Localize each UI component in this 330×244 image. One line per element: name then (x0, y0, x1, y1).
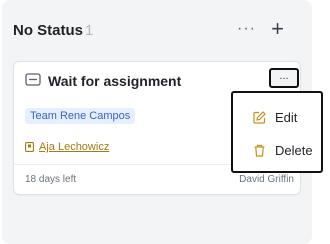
menu-item-delete[interactable]: Delete (233, 139, 321, 165)
menu-item-edit[interactable]: Edit (233, 106, 321, 132)
add-item-icon[interactable]: + (271, 16, 284, 42)
due-date: 18 days left (25, 174, 77, 185)
column-count: 1 (85, 22, 94, 39)
owner-name: David Griffin (239, 174, 294, 185)
column-header: No Status 1 ··· + (13, 16, 302, 44)
mail-icon (25, 73, 41, 86)
card-more-button[interactable]: ... (269, 68, 299, 88)
contact-card-icon (25, 142, 34, 152)
column-more-options-icon[interactable]: ··· (237, 20, 256, 38)
trash-icon (254, 144, 265, 157)
team-tag[interactable]: Team Rene Campos (25, 108, 136, 124)
assignee-link[interactable]: Aja Lechowicz (39, 141, 109, 153)
card-title[interactable]: Wait for assignment (48, 73, 181, 89)
menu-item-delete-label: Delete (275, 143, 313, 158)
menu-item-edit-label: Edit (275, 110, 298, 125)
edit-icon (253, 111, 266, 124)
card-context-menu: Edit Delete (231, 91, 323, 173)
column-title: No Status (13, 22, 84, 39)
